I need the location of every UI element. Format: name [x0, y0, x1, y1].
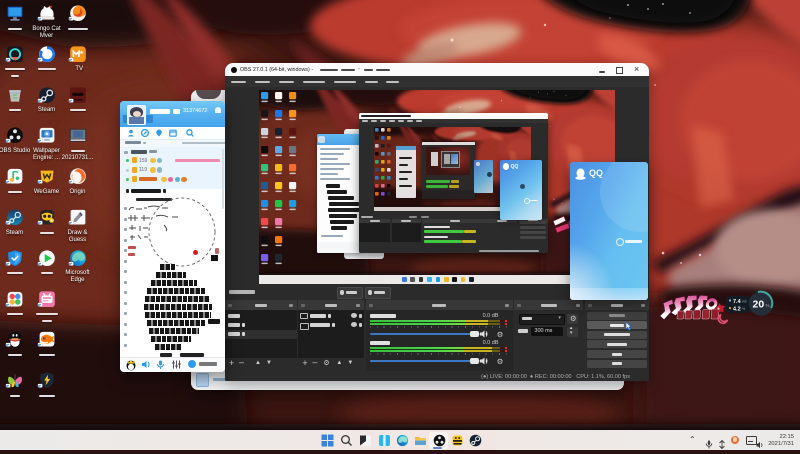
svg-text:+: +: [717, 307, 720, 313]
svg-text:7.4: 7.4: [733, 299, 742, 305]
svg-text:4.2: 4.2: [733, 307, 741, 313]
svg-text:ms: ms: [742, 300, 747, 304]
svg-text:20: 20: [753, 299, 765, 311]
svg-text:%: %: [742, 307, 745, 311]
svg-text:%: %: [766, 303, 770, 308]
